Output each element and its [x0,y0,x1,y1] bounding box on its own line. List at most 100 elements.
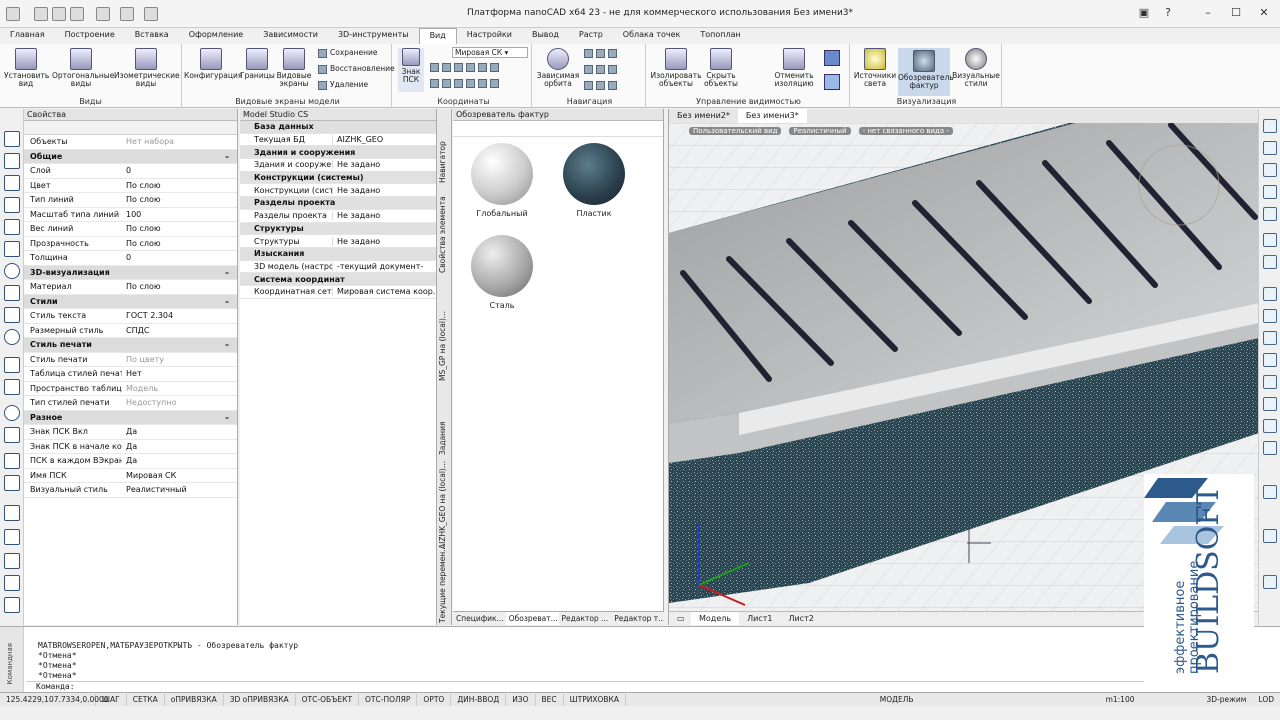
property-row[interactable]: Объекты Нет набора [24,135,237,150]
ucs-icon-button[interactable]: Знак ПСК [398,48,424,92]
rotate-icon[interactable] [1263,255,1277,269]
property-value[interactable]: Да [122,456,237,465]
circle-tool-icon[interactable] [4,263,20,279]
tab-main[interactable]: Главная [0,28,55,44]
viewports-button[interactable]: Видовые экраны [276,48,312,88]
property-category[interactable]: 3D-визуализация – [24,265,237,280]
model-row[interactable]: 3D модель (настройки)-текущий документ- [240,261,436,274]
tab-spec[interactable]: Специфик... [453,612,506,625]
model-value[interactable]: Не задано [332,185,436,195]
model-category[interactable]: Система координат [240,273,436,286]
property-value[interactable]: По слою [122,181,237,190]
line-tool-icon[interactable] [4,131,20,147]
model-row[interactable]: Текущая БД AIZHK_GEO [240,134,436,147]
cube-light-icon[interactable] [824,74,840,90]
trim-icon[interactable] [1263,331,1277,345]
measure-right-icon[interactable] [1263,575,1277,589]
property-row[interactable]: Таблица стилей печати Нет [24,367,237,382]
otrack-toggle[interactable]: ОТС-ОБЪЕКТ [296,693,360,706]
tab-current-vars[interactable]: Текущие перемен... [438,545,451,623]
lineweight-toggle[interactable]: ВЕС [536,693,564,706]
bounds-button[interactable]: Границы [240,48,275,80]
model-row[interactable]: Структуры Не задано [240,235,436,248]
revcloud-tool-icon[interactable] [4,285,20,301]
mirror-icon[interactable] [1263,163,1277,177]
property-row[interactable]: Вес линий По слою [24,222,237,237]
tab-3d-tools[interactable]: 3D-инструменты [328,28,419,44]
property-row[interactable]: Масштаб типа линий 100 [24,208,237,222]
property-value[interactable]: Модель [122,384,237,393]
property-value[interactable]: Мировая СК [122,471,237,480]
tab-build[interactable]: Построение [55,28,125,44]
property-value[interactable]: По слою [122,195,237,204]
tab-texture-editor[interactable]: Редактор т... [611,612,664,625]
tab-insert[interactable]: Вставка [125,28,179,44]
measure-tool-icon[interactable] [4,597,20,613]
view-name[interactable]: Пользовательский вид [689,127,782,135]
tab-navigator[interactable]: Навигатор [438,135,451,189]
isolate-objects-button[interactable]: Изолировать объекты [650,48,702,88]
snap-toggle[interactable]: ШАГ [96,693,127,706]
end-isolation-button[interactable]: Отменить изоляцию [770,48,818,88]
doc-tab-3[interactable]: Без имени3* [737,109,807,123]
orbit-button[interactable]: Зависимая орбита [536,48,580,88]
property-row[interactable]: Прозрачность По слою [24,237,237,251]
fillet-icon[interactable] [1263,441,1277,455]
nav-tools-row2[interactable] [584,64,620,74]
break-icon[interactable] [1263,375,1277,389]
polyline-tool-icon[interactable] [4,153,20,169]
iso-toggle[interactable]: ИЗО [506,693,536,706]
property-value[interactable]: Да [122,427,237,436]
ellipse-tool-icon[interactable] [4,329,20,345]
property-value[interactable]: По слою [122,224,237,233]
erase-icon[interactable] [1263,119,1277,133]
property-row[interactable]: Стиль текста ГОСТ 2.304 [24,309,237,324]
3d-mode-toggle[interactable]: 3D-режим [1200,694,1252,706]
tab-browser[interactable]: Обозреват... [505,612,559,625]
offset-icon[interactable] [1263,185,1277,199]
property-value[interactable]: 0 [122,253,237,262]
property-row[interactable]: ПСК в каждом ВЭкране Да [24,454,237,469]
scale-icon[interactable] [1263,287,1277,301]
delete-viewport-button[interactable]: Удаление [318,80,368,90]
command-input[interactable]: Команда: [26,681,1144,692]
nav-tools-row1[interactable] [584,48,620,58]
collapse-icon[interactable]: – [225,152,237,161]
layout-icon[interactable]: ▣ [1136,6,1152,20]
ucs-tools-row1[interactable] [430,62,502,72]
region-tool-icon[interactable] [4,475,20,491]
property-row[interactable]: Слой 0 [24,164,237,179]
property-category[interactable]: Стили – [24,294,237,309]
visual-style-name[interactable]: Реалистичный [789,127,851,135]
spline2-tool-icon[interactable] [4,307,20,323]
property-category[interactable]: Стиль печати – [24,338,237,353]
property-row[interactable]: Тип линий По слою [24,193,237,208]
layout-nav-icon[interactable]: ▭ [669,612,691,625]
property-value[interactable]: Нет [122,369,237,378]
property-value[interactable]: Недоступно [122,398,237,407]
save-viewport-button[interactable]: Сохранение [318,48,378,58]
model-row[interactable]: Координатная сеткаМировая система коор..… [240,286,436,299]
print-icon[interactable] [144,7,158,21]
maximize-button[interactable]: ☐ [1228,6,1244,20]
lod-toggle[interactable]: LOD [1252,694,1280,706]
move-icon[interactable] [1263,233,1277,247]
extend-icon[interactable] [1263,353,1277,367]
point-tool-icon[interactable] [4,405,20,421]
doc-tab-2[interactable]: Без имени2* [669,109,738,123]
model-category[interactable]: Здания и сооружения [240,146,436,160]
redo-icon[interactable] [120,7,134,21]
tab-ms-gp[interactable]: MS_GP на (local)... [438,281,451,411]
ucs-select[interactable]: Мировая СК ▾ [452,47,528,58]
property-value[interactable]: 100 [122,210,237,219]
arc-tool-icon[interactable] [4,241,20,257]
properties-toolbar[interactable] [24,121,237,135]
model-category[interactable]: База данных [240,121,436,134]
open-file-icon[interactable] [52,7,66,21]
property-value[interactable]: По цвету [122,355,237,364]
material-global-swatch[interactable] [471,143,533,205]
stretch-icon[interactable] [1263,309,1277,323]
property-value[interactable]: Нет набора [122,137,237,146]
orthogonal-views-button[interactable]: Ортогональные виды [52,48,114,88]
tab-output[interactable]: Вывод [522,28,569,44]
